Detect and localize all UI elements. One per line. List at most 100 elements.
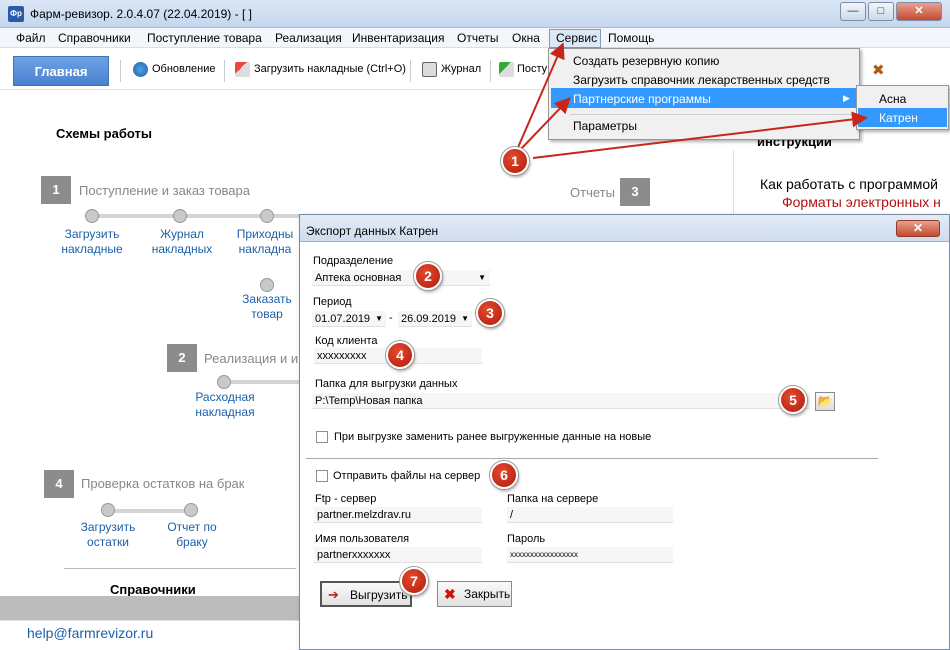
password-input[interactable]: xxxxxxxxxxxxxxxxx [507, 547, 673, 563]
date-separator: - [389, 312, 393, 324]
menu-goods-receipt[interactable]: Поступление товара [147, 31, 262, 45]
link-defect-report[interactable]: Отчет по браку [156, 520, 228, 550]
division-value: Аптека основная [315, 272, 402, 284]
tab-main[interactable]: Главная [13, 56, 109, 86]
step-track [225, 380, 299, 384]
division-label: Подразделение [313, 255, 394, 267]
toolbar-separator [490, 60, 491, 82]
link-load-stock[interactable]: Загрузить остатки [72, 520, 144, 550]
menu-reports[interactable]: Отчеты [457, 31, 498, 45]
link-order-goods[interactable]: Заказать товар [232, 292, 302, 322]
toolbar-separator [120, 60, 121, 82]
step-dot [173, 209, 187, 223]
menu-file[interactable]: Файл [16, 31, 46, 45]
send-to-server-label: Отправить файлы на сервер [333, 470, 481, 482]
journal-icon [422, 62, 437, 77]
export-button-label: Выгрузить [350, 588, 408, 602]
window-title: Фарм-ревизор. 2.0.4.07 (22.04.2019) - [ … [30, 7, 252, 21]
submenu-item-asna[interactable]: Асна [879, 92, 906, 106]
close-window-button[interactable]: ✕ [896, 2, 942, 21]
menu-item-load-drug-reference[interactable]: Загрузить справочник лекарственных средс… [573, 73, 830, 87]
link-load-invoices[interactable]: Загрузить накладные [52, 227, 132, 257]
step-title: Поступление и заказ товара [79, 183, 250, 198]
close-dialog-button[interactable]: ✖ Закрыть [437, 581, 512, 607]
folder-open-icon[interactable]: 📂 [815, 392, 835, 411]
server-folder-label: Папка на сервере [507, 493, 599, 505]
step-number: 3 [620, 178, 650, 206]
period-label: Период [313, 296, 352, 308]
menu-windows[interactable]: Окна [512, 31, 540, 45]
annotation-badge: 2 [414, 262, 442, 290]
step-title: Реализация и и [204, 351, 299, 366]
dialog-title: Экспорт данных Катрен [306, 224, 439, 238]
link-incoming-invoice[interactable]: Приходны накладна [232, 227, 298, 257]
menu-help[interactable]: Помощь [608, 31, 654, 45]
step-dot [217, 375, 231, 389]
update-icon [133, 62, 148, 77]
close-icon: ✖ [444, 586, 456, 602]
annotation-badge: 6 [490, 461, 518, 489]
ftp-server-label: Ftp - сервер [315, 493, 377, 505]
date-to-picker[interactable]: 26.09.2019 ▼ [398, 311, 472, 327]
receipt-icon [499, 62, 514, 77]
menu-item-partner-programs[interactable]: Партнерские программы [573, 92, 711, 106]
step-dot [85, 209, 99, 223]
annotation-badge: 5 [779, 386, 807, 414]
date-from-picker[interactable]: 01.07.2019 ▼ [312, 311, 386, 327]
dialog-close-button[interactable]: ✕ [896, 220, 940, 237]
how-to-link[interactable]: Как работать с программой [760, 176, 938, 192]
link-outgoing-invoice[interactable]: Расходная накладная [186, 390, 264, 420]
replace-data-checkbox[interactable] [316, 431, 328, 443]
journal-button[interactable]: Журнал [441, 63, 481, 75]
export-folder-input[interactable]: P:\Temp\Новая папка [312, 393, 810, 409]
submenu-arrow-icon: ▶ [843, 93, 850, 103]
annotation-badge: 3 [476, 299, 504, 327]
menu-item-backup[interactable]: Создать резервную копию [573, 54, 719, 68]
menu-service[interactable]: Сервис [556, 31, 597, 45]
export-button[interactable]: ➔ Выгрузить [320, 581, 412, 607]
chevron-down-icon: ▼ [478, 273, 486, 282]
step-dot [101, 503, 115, 517]
toolbar-separator [224, 60, 225, 82]
step-title: Отчеты [570, 185, 615, 200]
divider [733, 150, 734, 214]
password-label: Пароль [507, 533, 546, 545]
step-dot [260, 278, 274, 292]
receipt-button[interactable]: Посту [517, 63, 547, 75]
server-folder-input[interactable]: / [507, 507, 673, 523]
menu-item-parameters[interactable]: Параметры [573, 119, 637, 133]
schemes-title: Схемы работы [56, 126, 152, 141]
divider [306, 458, 878, 459]
send-to-server-checkbox[interactable] [316, 470, 328, 482]
export-folder-label: Папка для выгрузки данных [315, 378, 458, 390]
references-title: Справочники [110, 582, 196, 597]
tools-icon[interactable]: ✖ [872, 61, 890, 79]
username-input[interactable]: partnerxxxxxxx [314, 547, 482, 563]
maximize-button[interactable]: □ [868, 2, 894, 21]
chevron-down-icon: ▼ [461, 314, 469, 323]
export-icon: ➔ [328, 587, 339, 602]
formats-link[interactable]: Форматы электронных н [782, 194, 941, 210]
upload-invoices-icon [235, 62, 250, 77]
update-button[interactable]: Обновление [152, 63, 216, 75]
replace-data-label: При выгрузке заменить ранее выгруженные … [334, 431, 652, 443]
load-invoices-button[interactable]: Загрузить накладные (Ctrl+O) [254, 63, 406, 75]
menu-sales[interactable]: Реализация [275, 31, 342, 45]
step-track [108, 509, 192, 513]
menu-inventory[interactable]: Инвентаризация [352, 31, 444, 45]
divider [64, 568, 296, 569]
ftp-server-input[interactable]: partner.melzdrav.ru [314, 507, 482, 523]
annotation-badge: 4 [386, 341, 414, 369]
support-email[interactable]: help@farmrevizor.ru [27, 625, 153, 641]
link-invoice-journal[interactable]: Журнал накладных [142, 227, 222, 257]
annotation-badge: 7 [400, 567, 428, 595]
division-select[interactable]: Аптека основная ▼ [312, 270, 490, 286]
step-title: Проверка остатков на брак [81, 476, 245, 491]
annotation-badge: 1 [501, 147, 529, 175]
toolbar-separator [410, 60, 411, 82]
menu-references[interactable]: Справочники [58, 31, 131, 45]
menu-separator [570, 114, 856, 115]
date-to-value: 26.09.2019 [401, 313, 457, 325]
minimize-button[interactable]: — [840, 2, 866, 21]
submenu-item-katren[interactable]: Катрен [879, 111, 918, 125]
